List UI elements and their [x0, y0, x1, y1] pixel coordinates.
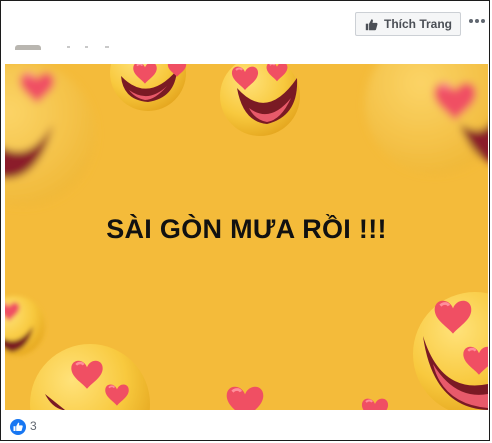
page-name-fragment [85, 46, 88, 48]
page-avatar[interactable] [15, 45, 41, 50]
like-page-button[interactable]: Thích Trang [355, 12, 461, 36]
page-name-fragment [105, 46, 109, 48]
post-card: Thích Trang SÀI GÒN MƯA RỒI !!! 3 [0, 0, 490, 441]
more-dots-icon [469, 19, 485, 23]
more-options-button[interactable] [467, 13, 487, 29]
post-image[interactable]: SÀI GÒN MƯA RỒI !!! [5, 64, 488, 410]
post-header: Thích Trang [1, 1, 489, 64]
image-headline: SÀI GÒN MƯA RỒI !!! [106, 214, 387, 244]
page-name-fragment [67, 46, 70, 48]
post-footer: 3 [1, 410, 489, 440]
thumbs-up-icon [365, 18, 378, 30]
like-page-label: Thích Trang [384, 17, 453, 31]
reaction-count[interactable]: 3 [30, 419, 37, 433]
like-icon[interactable] [10, 419, 26, 435]
